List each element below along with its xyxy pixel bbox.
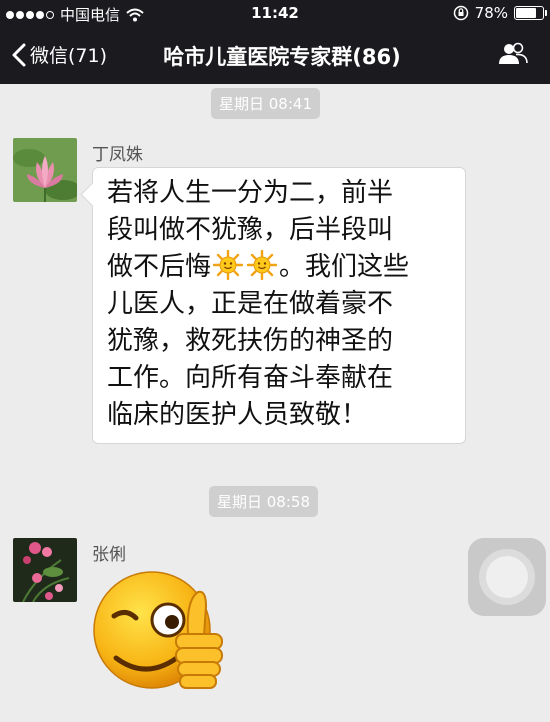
group-members-button[interactable] (498, 42, 528, 72)
sun-icon (213, 250, 244, 280)
assistive-touch-button[interactable] (468, 538, 546, 616)
message-line: 临床的医护人员致敬！ (107, 400, 368, 430)
sun-icon (247, 250, 278, 280)
message-line: 儿医人，正是在做着豪不 (107, 289, 394, 319)
avatar[interactable] (13, 138, 77, 202)
wink-thumbs-up-emoji-icon (93, 571, 223, 689)
message-bubble[interactable]: 若将人生一分为二，前半 段叫做不犹豫，后半段叫 做不后悔 。我们这些 儿医人，正… (92, 167, 466, 444)
battery-icon (514, 6, 547, 20)
message-line-with-emoji: 做不后悔 。我们这些 (107, 249, 453, 286)
battery-percent: 78% (474, 4, 508, 22)
message-line: 段叫做不犹豫，后半段叫 (107, 215, 394, 245)
avatar[interactable] (13, 538, 77, 602)
sender-name: 张俐 (92, 545, 126, 565)
message-line: 犹豫，救死扶伤的神圣的 (107, 326, 394, 356)
flower-avatar-icon (13, 538, 77, 602)
lotus-avatar-icon (13, 138, 77, 202)
status-right: 78% (453, 4, 547, 22)
status-bar: 中国电信 11:42 78% (0, 0, 550, 28)
sender-name: 丁凤姝 (92, 145, 143, 165)
rotation-lock-icon (453, 5, 468, 21)
message-text: 做不后悔 (107, 252, 212, 282)
timestamp-chip: 星期日 08:41 (211, 88, 320, 119)
message-line: 工作。向所有奋斗奉献在 (107, 363, 394, 393)
timestamp-chip: 星期日 08:58 (209, 486, 318, 517)
nav-bar: 微信(71) 哈市儿童医院专家群(86) (0, 28, 550, 84)
message-line: 若将人生一分为二，前半 (107, 178, 394, 208)
sticker-message[interactable] (92, 570, 232, 704)
people-icon (499, 42, 528, 64)
message-text: 。我们这些 (279, 252, 410, 282)
assistive-touch-ring-inner (486, 556, 528, 598)
chat-title: 哈市儿童医院专家群(86) (163, 45, 401, 69)
